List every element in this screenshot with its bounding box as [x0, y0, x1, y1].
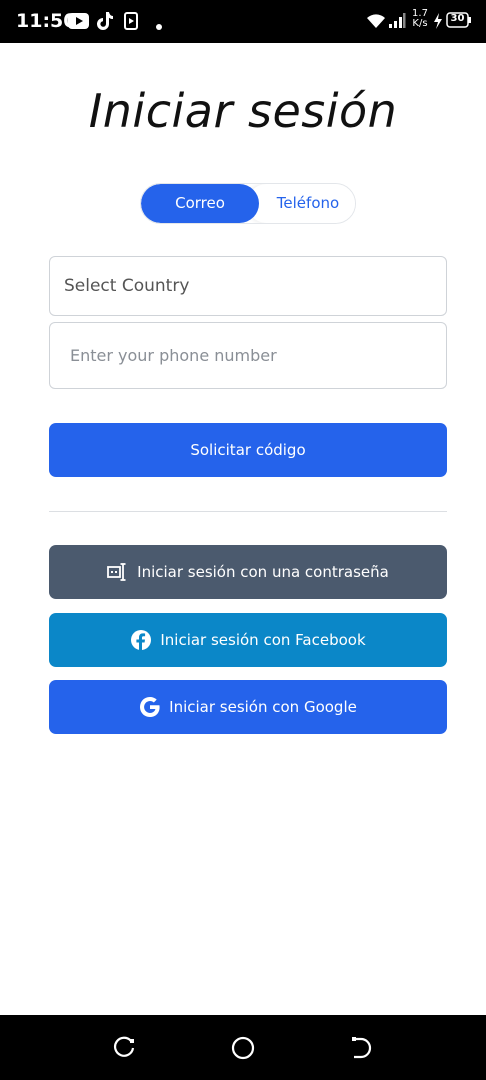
network-speed: 1.7 K/s	[411, 9, 429, 29]
country-select[interactable]: Select Country	[49, 256, 447, 316]
login-method-toggle: Teléfono Correo	[140, 183, 356, 224]
google-icon	[139, 696, 161, 718]
request-code-label: Solicitar código	[190, 441, 306, 459]
facebook-login-button[interactable]: Iniciar sesión con Facebook	[49, 613, 447, 667]
back-icon[interactable]	[348, 1035, 374, 1061]
dot-icon	[156, 17, 162, 35]
home-icon[interactable]	[230, 1035, 256, 1061]
tab-phone[interactable]: Teléfono	[247, 184, 355, 223]
facebook-icon	[130, 629, 152, 651]
password-icon	[107, 561, 129, 583]
google-login-label: Iniciar sesión con Google	[169, 698, 357, 716]
recents-icon[interactable]	[112, 1035, 138, 1061]
status-bar: 11:50 1.7 K/s 30	[0, 0, 486, 43]
youtube-icon	[68, 13, 89, 34]
signal-icon	[388, 13, 406, 34]
facebook-login-label: Iniciar sesión con Facebook	[160, 631, 366, 649]
request-code-button[interactable]: Solicitar código	[49, 423, 447, 477]
phone-field	[49, 322, 447, 389]
charging-icon	[433, 13, 443, 34]
page-title: Iniciar sesión	[88, 84, 398, 138]
tiktok-icon	[96, 11, 114, 36]
tab-email[interactable]: Correo	[141, 184, 259, 223]
battery-icon: 30	[446, 12, 472, 33]
password-login-label: Iniciar sesión con una contraseña	[137, 563, 389, 581]
password-login-button[interactable]: Iniciar sesión con una contraseña	[49, 545, 447, 599]
navigation-bar	[0, 1015, 486, 1080]
network-speed-unit: K/s	[412, 18, 428, 29]
battery-level: 30	[450, 13, 465, 24]
phone-input[interactable]	[50, 323, 446, 388]
google-login-button[interactable]: Iniciar sesión con Google	[49, 680, 447, 734]
divider	[49, 511, 447, 512]
media-icon	[124, 12, 138, 35]
wifi-icon	[366, 13, 386, 34]
